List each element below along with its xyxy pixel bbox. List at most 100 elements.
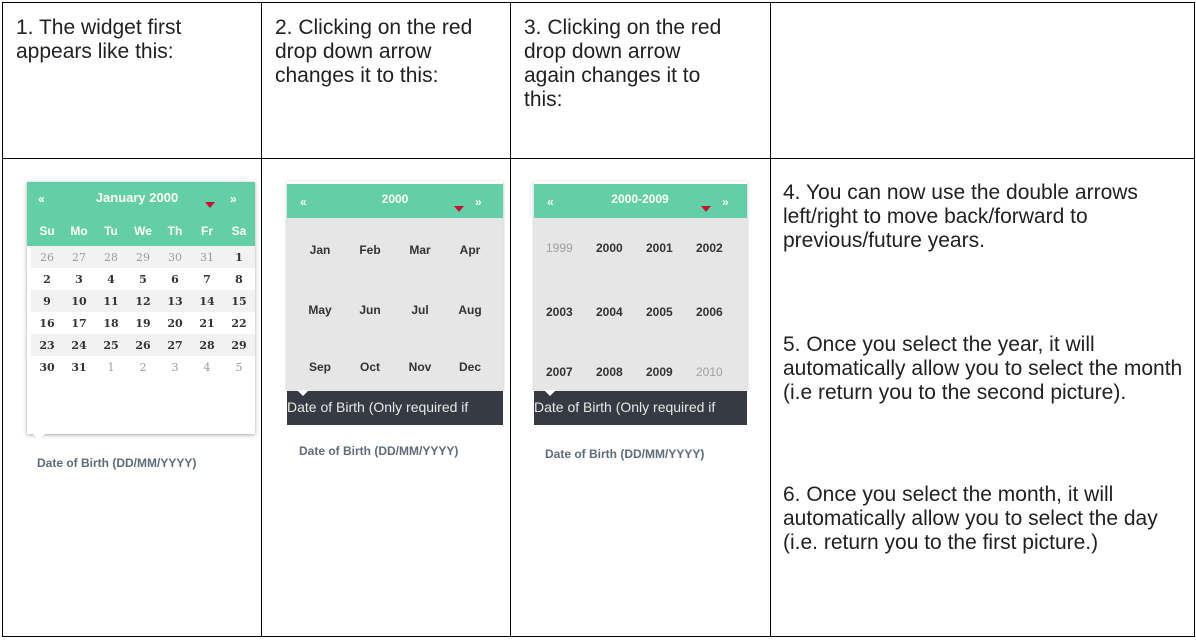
- day-cell[interactable]: 4: [191, 361, 223, 374]
- day-cell[interactable]: 14: [191, 295, 223, 308]
- year-cell[interactable]: 2004: [596, 305, 646, 319]
- month-cell[interactable]: Sep: [295, 360, 345, 374]
- month-cell[interactable]: Aug: [445, 303, 495, 317]
- day-cell[interactable]: 5: [223, 361, 255, 374]
- day-cell[interactable]: 12: [127, 295, 159, 308]
- day-cell[interactable]: 16: [31, 317, 63, 330]
- day-cell[interactable]: 21: [191, 317, 223, 330]
- note-4: 4. You can now use the double arrows lef…: [783, 181, 1138, 252]
- next-arrow-icon[interactable]: »: [230, 192, 237, 206]
- day-cell[interactable]: 19: [127, 317, 159, 330]
- day-cell[interactable]: 1: [95, 361, 127, 374]
- day-cell[interactable]: 18: [95, 317, 127, 330]
- week-row: 23 24 25 26 27 28 29: [31, 334, 255, 356]
- month-year-title[interactable]: January 2000: [87, 190, 187, 205]
- year-cell[interactable]: 2000: [596, 241, 646, 255]
- day-cell[interactable]: 26: [31, 251, 63, 264]
- month-row: Sep Oct Nov Dec: [295, 360, 503, 374]
- day-cell[interactable]: 5: [127, 273, 159, 286]
- day-cell[interactable]: 22: [223, 317, 255, 330]
- year-cell[interactable]: 2005: [646, 305, 696, 319]
- datepicker-year-view: « 2000-2009 » 1999 2000 2001 2002 2003 2…: [534, 181, 747, 391]
- day-cell[interactable]: 10: [63, 295, 95, 308]
- day-cell[interactable]: 31: [63, 361, 95, 374]
- weekday-label: We: [134, 224, 152, 238]
- field-label: Date of Birth (DD/MM/YYYY): [545, 447, 705, 461]
- prev-arrow-icon[interactable]: «: [300, 195, 307, 209]
- year-title[interactable]: 2000: [375, 192, 415, 206]
- prev-arrow-icon[interactable]: «: [547, 195, 554, 209]
- day-cell[interactable]: 30: [31, 361, 63, 374]
- day-cell[interactable]: 25: [95, 339, 127, 352]
- day-cell[interactable]: 15: [223, 295, 255, 308]
- weekday-label: Mo: [70, 224, 88, 238]
- month-grid: Jan Feb Mar Apr May Jun Jul Aug Sep Oct …: [287, 218, 503, 391]
- dropdown-arrow-icon[interactable]: [454, 199, 464, 217]
- weekday-label: Sa: [231, 224, 247, 238]
- year-cell[interactable]: 2010: [696, 365, 746, 379]
- header-text-1: 1. The widget first appears like this:: [16, 16, 182, 63]
- month-cell[interactable]: May: [295, 303, 345, 317]
- field-label: Date of Birth (DD/MM/YYYY): [37, 456, 197, 470]
- datepicker-month-view: « 2000 » Jan Feb Mar Apr May Jun Jul Aug…: [287, 181, 503, 391]
- day-cell[interactable]: 11: [95, 295, 127, 308]
- month-cell[interactable]: Apr: [445, 243, 495, 257]
- popup-pointer: [33, 434, 45, 440]
- next-arrow-icon[interactable]: »: [722, 195, 729, 209]
- next-arrow-icon[interactable]: »: [475, 195, 482, 209]
- day-cell[interactable]: 3: [63, 273, 95, 286]
- dropdown-arrow-icon[interactable]: [701, 199, 711, 217]
- year-cell[interactable]: 2008: [596, 365, 646, 379]
- day-cell[interactable]: 2: [127, 361, 159, 374]
- day-cell[interactable]: 24: [63, 339, 95, 352]
- day-grid: 26 27 28 29 30 31 1 2 3 4 5 6 7 8 9 10 1…: [31, 246, 255, 378]
- day-cell[interactable]: 9: [31, 295, 63, 308]
- day-cell[interactable]: 7: [191, 273, 223, 286]
- day-cell[interactable]: 28: [95, 251, 127, 264]
- year-cell[interactable]: 2007: [546, 365, 596, 379]
- day-cell[interactable]: 30: [159, 251, 191, 264]
- week-row: 30 31 1 2 3 4 5: [31, 356, 255, 378]
- year-grid: 1999 2000 2001 2002 2003 2004 2005 2006 …: [534, 218, 747, 391]
- day-cell[interactable]: 8: [223, 273, 255, 286]
- year-cell[interactable]: 2003: [546, 305, 596, 319]
- dropdown-arrow-icon[interactable]: [205, 195, 215, 213]
- day-cell[interactable]: 4: [95, 273, 127, 286]
- day-cell[interactable]: 31: [191, 251, 223, 264]
- prev-arrow-icon[interactable]: «: [38, 192, 45, 206]
- year-cell[interactable]: 2002: [696, 241, 746, 255]
- header-cell-3: 3. Clicking on the red drop down arrow a…: [510, 2, 771, 159]
- year-cell[interactable]: 2009: [646, 365, 696, 379]
- day-cell[interactable]: 13: [159, 295, 191, 308]
- day-cell[interactable]: 20: [159, 317, 191, 330]
- header-cell-2: 2. Clicking on the red drop down arrow c…: [261, 2, 511, 159]
- day-cell[interactable]: 6: [159, 273, 191, 286]
- day-cell[interactable]: 27: [159, 339, 191, 352]
- day-cell[interactable]: 2: [31, 273, 63, 286]
- day-cell[interactable]: 1: [223, 251, 255, 264]
- day-cell[interactable]: 29: [127, 251, 159, 264]
- month-cell[interactable]: Jan: [295, 243, 345, 257]
- day-cell[interactable]: 27: [63, 251, 95, 264]
- day-cell[interactable]: 23: [31, 339, 63, 352]
- month-cell[interactable]: Jul: [395, 303, 445, 317]
- month-cell[interactable]: Jun: [345, 303, 395, 317]
- week-row: 2 3 4 5 6 7 8: [31, 268, 255, 290]
- year-cell[interactable]: 1999: [546, 241, 596, 255]
- month-cell[interactable]: Dec: [445, 360, 495, 374]
- month-cell[interactable]: Feb: [345, 243, 395, 257]
- weekday-label: Fr: [201, 224, 213, 238]
- month-cell[interactable]: Mar: [395, 243, 445, 257]
- month-cell[interactable]: Nov: [395, 360, 445, 374]
- day-cell[interactable]: 26: [127, 339, 159, 352]
- decade-title[interactable]: 2000-2009: [600, 192, 680, 206]
- year-cell[interactable]: 2006: [696, 305, 746, 319]
- month-cell[interactable]: Oct: [345, 360, 395, 374]
- day-cell[interactable]: 29: [223, 339, 255, 352]
- day-cell[interactable]: 3: [159, 361, 191, 374]
- year-cell[interactable]: 2001: [646, 241, 696, 255]
- weekday-label: Tu: [104, 224, 118, 238]
- day-cell[interactable]: 28: [191, 339, 223, 352]
- week-row: 16 17 18 19 20 21 22: [31, 312, 255, 334]
- day-cell[interactable]: 17: [63, 317, 95, 330]
